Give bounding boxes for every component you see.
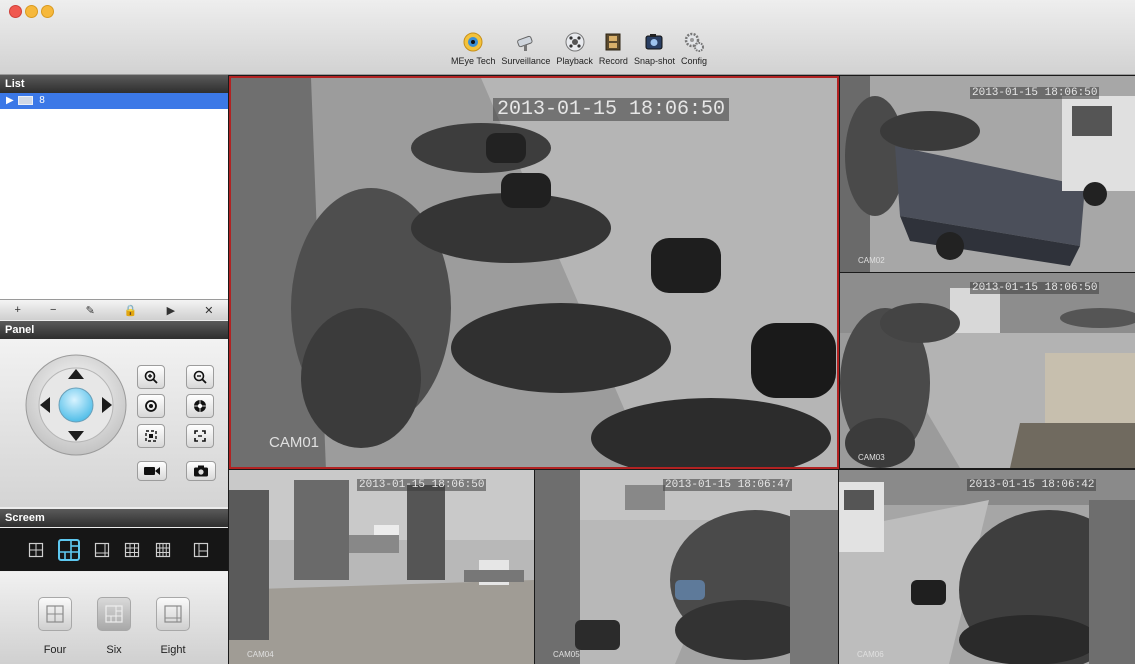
edit-device-button[interactable]: ✎ (86, 304, 95, 317)
add-device-button[interactable]: + (15, 304, 21, 316)
camera-feed-image (840, 76, 1135, 272)
mode-eight-button[interactable] (156, 597, 190, 631)
toolbar-label: Config (680, 56, 707, 66)
camera-timestamp: 2013-01-15 18:06:50 (970, 282, 1100, 294)
capture-photo-button[interactable] (186, 461, 216, 481)
device-name: 8 (39, 95, 45, 106)
screen-header: Screem (0, 509, 228, 527)
camera-feed-image (231, 78, 837, 467)
layout-8-icon[interactable] (94, 542, 110, 558)
layout-custom-icon[interactable] (193, 542, 209, 558)
camera-feed-image (840, 273, 1135, 468)
list-toolbar: + − ✎ 🔒 ▶ ✕ (0, 299, 228, 320)
toolbar-meye-tech[interactable]: MEye Tech (451, 30, 495, 66)
panel-header: Panel (0, 321, 228, 339)
dvr-icon (18, 95, 34, 105)
six-grid-icon (105, 605, 123, 623)
main-toolbar: MEye Tech Surveillance Playback Record S… (448, 30, 710, 66)
layout-6-icon[interactable] (57, 538, 81, 562)
four-grid-icon (46, 605, 64, 623)
camera-label: CAM03 (858, 453, 885, 462)
zoom-window-button[interactable] (41, 5, 54, 18)
toolbar-label: Playback (556, 56, 593, 66)
ptz-panel (0, 339, 228, 507)
camera-view-5[interactable]: 2013-01-15 18:06:47 CAM05 (535, 470, 838, 664)
zoom-in-button[interactable] (137, 365, 165, 389)
photo-camera-icon (194, 465, 208, 477)
camera-timestamp: 2013-01-15 18:06:47 (663, 479, 793, 491)
device-list-item[interactable]: ▶ 8 (0, 93, 228, 109)
toolbar-label: Surveillance (501, 56, 551, 66)
camera-view-1[interactable]: 2013-01-15 18:06:50 CAM01 (229, 76, 839, 469)
camera-timestamp: 2013-01-15 18:06:50 (493, 98, 730, 121)
play-button[interactable]: ▶ (167, 304, 175, 317)
camera-view-6[interactable]: 2013-01-15 18:06:42 CAM06 (839, 470, 1135, 664)
camera-timestamp: 2013-01-15 18:06:50 (970, 87, 1100, 99)
lock-button[interactable]: 🔒 (124, 304, 138, 317)
camera-label: CAM06 (857, 650, 884, 659)
mode-eight-label: Eight (160, 644, 186, 656)
record-video-button[interactable] (137, 461, 167, 481)
title-bar: MEye Tech Surveillance Playback Record S… (0, 0, 1135, 75)
mode-six-label: Six (106, 644, 122, 656)
remove-device-button[interactable]: − (50, 304, 56, 316)
toolbar-record[interactable]: Record (599, 30, 628, 66)
camera-feed-image (535, 470, 838, 664)
mode-four-button[interactable] (38, 597, 72, 631)
eight-grid-icon (164, 605, 182, 623)
camera-view-2[interactable]: 2013-01-15 18:06:50 CAM02 (840, 76, 1135, 272)
focus-near-icon (145, 400, 157, 412)
camera-label: CAM02 (858, 256, 885, 265)
ptz-direction-pad[interactable] (24, 353, 128, 457)
list-header: List (0, 75, 228, 93)
zoom-in-icon (144, 370, 158, 384)
camera-label: CAM01 (269, 434, 320, 451)
camera-label: CAM04 (247, 650, 274, 659)
toolbar-config[interactable]: Config (681, 30, 707, 66)
collapse-icon (194, 430, 206, 442)
eye-icon (463, 32, 483, 52)
layout-16-icon[interactable] (155, 542, 171, 558)
toolbar-playback[interactable]: Playback (556, 30, 593, 66)
focus-far-button[interactable] (186, 394, 214, 418)
toolbar-snapshot[interactable]: Snap-shot (634, 30, 675, 66)
zoom-out-button[interactable] (186, 365, 214, 389)
camera-feed-image (839, 470, 1135, 664)
toolbar-label: Snap-shot (633, 56, 675, 66)
snapshot-icon (645, 34, 663, 50)
toolbar-label: Record (598, 56, 628, 66)
camera-view-4[interactable]: 2013-01-15 18:06:50 CAM04 (229, 470, 534, 664)
gear-icon (684, 32, 704, 52)
close-window-button[interactable] (9, 5, 22, 18)
layout-4-icon[interactable] (28, 542, 44, 558)
expand-icon (145, 430, 157, 442)
toolbar-surveillance[interactable]: Surveillance (501, 30, 550, 66)
camera-feed-image (229, 470, 534, 664)
camera-label: CAM05 (553, 650, 580, 659)
device-list: ▶ 8 (0, 93, 228, 299)
aperture-icon (194, 400, 206, 412)
playback-icon (565, 32, 585, 52)
camera-view-3[interactable]: 2013-01-15 18:06:50 CAM03 (840, 273, 1135, 468)
close-button[interactable]: ✕ (204, 304, 213, 317)
camera-timestamp: 2013-01-15 18:06:42 (967, 479, 1097, 491)
disclosure-triangle-icon[interactable]: ▶ (6, 95, 14, 106)
video-camera-icon (144, 467, 160, 475)
focus-near-button[interactable] (137, 394, 165, 418)
iris-open-button[interactable] (137, 424, 165, 448)
mode-four-label: Four (43, 644, 67, 656)
mode-six-button[interactable] (97, 597, 131, 631)
layout-9-icon[interactable] (124, 542, 140, 558)
toolbar-label: MEye Tech (451, 56, 496, 66)
zoom-out-icon (193, 370, 207, 384)
iris-close-button[interactable] (186, 424, 214, 448)
screen-layout-bar (0, 528, 228, 571)
camera-icon (516, 35, 533, 51)
film-icon (605, 33, 621, 51)
camera-timestamp: 2013-01-15 18:06:50 (357, 479, 487, 491)
minimize-window-button[interactable] (25, 5, 38, 18)
